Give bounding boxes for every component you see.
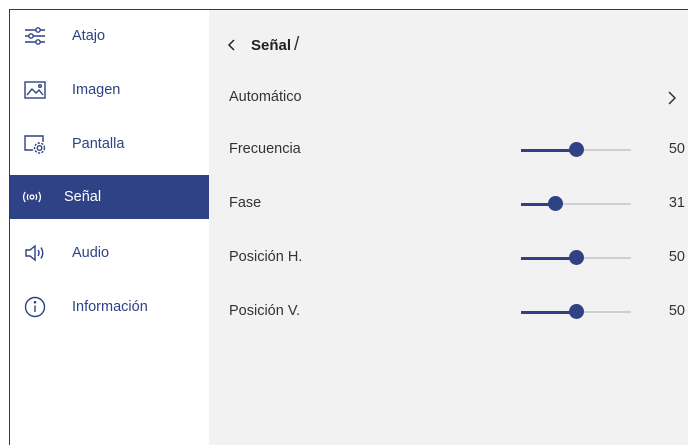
info-icon [24,296,46,318]
slider-row-posicion-v: Posición V. 50 [229,300,685,324]
chevron-right-icon[interactable] [667,90,677,106]
slider-fill [521,256,576,260]
automatic-row[interactable]: Automático [229,86,685,110]
sidebar-item-label: Audio [72,245,110,261]
image-icon [24,80,46,100]
sidebar-item-informacion[interactable]: Información [10,285,209,329]
automatic-label: Automático [229,89,302,105]
slider-fill [521,148,576,152]
slider-value: 31 [668,195,685,211]
sidebar-item-label: Señal [64,189,102,205]
sidebar-item-senal[interactable]: Señal [10,175,209,219]
breadcrumb: Señal / [225,34,299,56]
slider-value: 50 [668,141,685,157]
posicion-v-slider[interactable] [521,304,631,319]
slider-value: 50 [668,303,685,319]
settings-window: Atajo Imagen Pantalla Señal Audio Inform… [9,9,688,445]
sidebar-item-pantalla[interactable]: Pantalla [10,122,209,166]
breadcrumb-separator: / [294,34,300,55]
sidebar-item-atajo[interactable]: Atajo [10,14,209,58]
slider-row-fase: Fase 31 [229,192,685,216]
slider-label: Posición H. [229,249,303,265]
fase-slider[interactable] [521,196,631,211]
signal-icon [21,187,43,207]
sidebar-item-label: Imagen [72,82,121,98]
screen-settings-icon [24,134,46,154]
slider-fill [521,310,576,314]
sidebar-item-audio[interactable]: Audio [10,231,209,275]
slider-handle[interactable] [569,304,584,319]
slider-handle[interactable] [548,196,564,211]
sidebar-item-label: Pantalla [72,136,125,152]
speaker-icon [24,243,46,263]
slider-row-posicion-h: Posición H. 50 [229,246,685,270]
sidebar-item-label: Atajo [72,28,106,44]
posicion-h-slider[interactable] [521,250,631,265]
slider-label: Fase [229,195,262,211]
sliders-icon [24,26,46,46]
frecuencia-slider[interactable] [521,142,631,157]
back-arrow-icon[interactable] [225,38,239,52]
page-title: Señal [251,36,292,54]
settings-panel: Señal / Automático Frecuencia 50 Fase 31… [209,10,688,445]
slider-label: Posición V. [229,303,301,319]
slider-handle[interactable] [569,142,584,157]
slider-value: 50 [668,249,685,265]
slider-handle[interactable] [569,250,584,265]
sidebar-item-imagen[interactable]: Imagen [10,68,209,112]
sidebar-item-label: Información [72,299,148,315]
slider-row-frecuencia: Frecuencia 50 [229,138,685,162]
sidebar: Atajo Imagen Pantalla Señal Audio Inform… [10,10,209,445]
slider-label: Frecuencia [229,141,301,157]
